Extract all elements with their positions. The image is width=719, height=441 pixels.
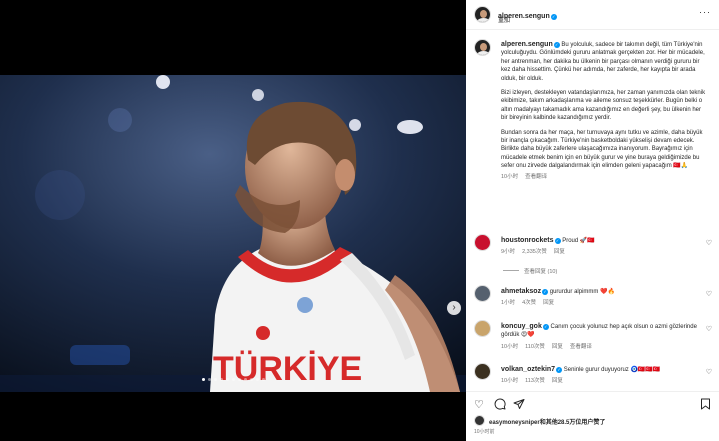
- like-comment-icon[interactable]: ♡: [706, 368, 712, 376]
- caption-avatar[interactable]: [474, 39, 491, 56]
- next-image-button[interactable]: ›: [447, 301, 461, 315]
- save-icon[interactable]: [700, 398, 711, 413]
- carousel-dot[interactable]: [249, 378, 253, 381]
- comment-avatar[interactable]: [474, 320, 491, 337]
- caption-username[interactable]: alperen.sengun: [501, 41, 553, 48]
- verified-icon: ✓: [542, 324, 549, 330]
- comment-likes[interactable]: 113次赞: [525, 378, 545, 384]
- carousel-dot[interactable]: [225, 378, 229, 381]
- carousel-dot[interactable]: [207, 378, 211, 381]
- comment-likes[interactable]: 110次赞: [525, 344, 545, 350]
- comment-text: gururdur alpimmm ❤️🔥: [549, 289, 616, 295]
- comment-time: 1小时: [501, 300, 516, 307]
- carousel-dot[interactable]: [261, 378, 265, 381]
- verified-icon: ✓: [554, 238, 561, 244]
- media-area: TÜRKİYE ›: [0, 0, 466, 441]
- comment-username[interactable]: koncuy_gok: [501, 323, 542, 330]
- carousel-dot[interactable]: [213, 378, 217, 381]
- comment-text: Seninle gurur duyuyoruz 🧿🇹🇷🇹🇷🇹🇷: [563, 367, 661, 373]
- see-translation-link[interactable]: 查看翻译: [525, 174, 547, 180]
- comment-icon[interactable]: [494, 398, 506, 413]
- comment-time: 10小时: [501, 378, 519, 385]
- reply-button[interactable]: 回复: [554, 249, 565, 255]
- post-header: alperen.sengun ✓ 重加 ···: [466, 0, 719, 30]
- like-comment-icon[interactable]: ♡: [706, 325, 712, 333]
- comment-username[interactable]: volkan_oztekin7: [501, 366, 555, 373]
- header-subtitle: 重加: [498, 18, 511, 24]
- carousel-dot[interactable]: [237, 378, 241, 381]
- comment-username[interactable]: houstonrockets: [501, 237, 554, 244]
- caption-paragraph: Bundan sonra da her maça, her turnuvaya …: [501, 129, 703, 170]
- comment-time: 10小时: [501, 343, 519, 350]
- share-icon[interactable]: [513, 398, 525, 413]
- verified-icon: ✓: [556, 367, 563, 373]
- comment-likes[interactable]: 4次赞: [522, 300, 536, 306]
- comment-avatar[interactable]: [474, 285, 491, 302]
- caption-paragraph: Bizi izleyen, destekleyen vatandaşlarımı…: [501, 90, 706, 122]
- reply-button[interactable]: 回复: [552, 378, 563, 384]
- likes-summary[interactable]: easymoneysniper和其他28.5万位用户赞了: [489, 417, 605, 426]
- reply-button[interactable]: 回复: [543, 300, 554, 306]
- comment-likes[interactable]: 2,335次赞: [522, 249, 547, 255]
- comment-avatar[interactable]: [474, 234, 491, 251]
- view-replies-button[interactable]: 查看回复 (10): [503, 267, 557, 275]
- comments-scroll-area[interactable]: alperen.sengun ✓ Bu yolculuk, sadece bir …: [466, 31, 719, 389]
- like-icon[interactable]: ♡: [474, 398, 484, 411]
- carousel-dots: [0, 378, 466, 381]
- verified-icon: ✓: [542, 289, 549, 295]
- jersey-text: TÜRKİYE: [213, 350, 362, 388]
- verified-icon: ✓: [550, 14, 557, 20]
- carousel-dot[interactable]: [201, 378, 205, 381]
- carousel-dot[interactable]: [231, 378, 235, 381]
- like-comment-icon[interactable]: ♡: [706, 239, 712, 247]
- comment-username[interactable]: ahmetaksoz: [501, 288, 541, 295]
- carousel-dot[interactable]: [255, 378, 259, 381]
- see-translation-link[interactable]: 查看翻译: [570, 344, 592, 350]
- post-photo[interactable]: TÜRKİYE ›: [0, 75, 466, 392]
- comment-avatar[interactable]: [474, 363, 491, 380]
- carousel-dot[interactable]: [243, 378, 247, 381]
- author-avatar[interactable]: [474, 6, 491, 23]
- liker-avatar[interactable]: [474, 415, 485, 426]
- verified-icon: ✓: [553, 42, 560, 48]
- reply-button[interactable]: 回复: [552, 344, 563, 350]
- action-bar: ♡ easymoneysniper和其他28.5万位用户赞了 10小时前: [466, 391, 719, 441]
- caption-text: alperen.sengun ✓ Bu yolculuk, sadece bir …: [501, 41, 706, 181]
- post-time: 10小时前: [474, 429, 495, 435]
- post-viewer: TÜRKİYE › alperen.sengun ✓ 重加 ··· alperen…: [0, 0, 719, 441]
- more-options-icon[interactable]: ···: [699, 7, 711, 17]
- comment-text: Proud 🚀🇹🇷: [562, 238, 595, 244]
- post-panel: alperen.sengun ✓ 重加 ··· alperen.sengun ✓ B…: [466, 0, 719, 441]
- like-comment-icon[interactable]: ♡: [706, 290, 712, 298]
- comment-time: 9小时: [501, 249, 516, 256]
- caption-time: 10小时: [501, 173, 519, 180]
- carousel-dot[interactable]: [219, 378, 223, 381]
- player-image: TÜRKİYE: [0, 75, 466, 392]
